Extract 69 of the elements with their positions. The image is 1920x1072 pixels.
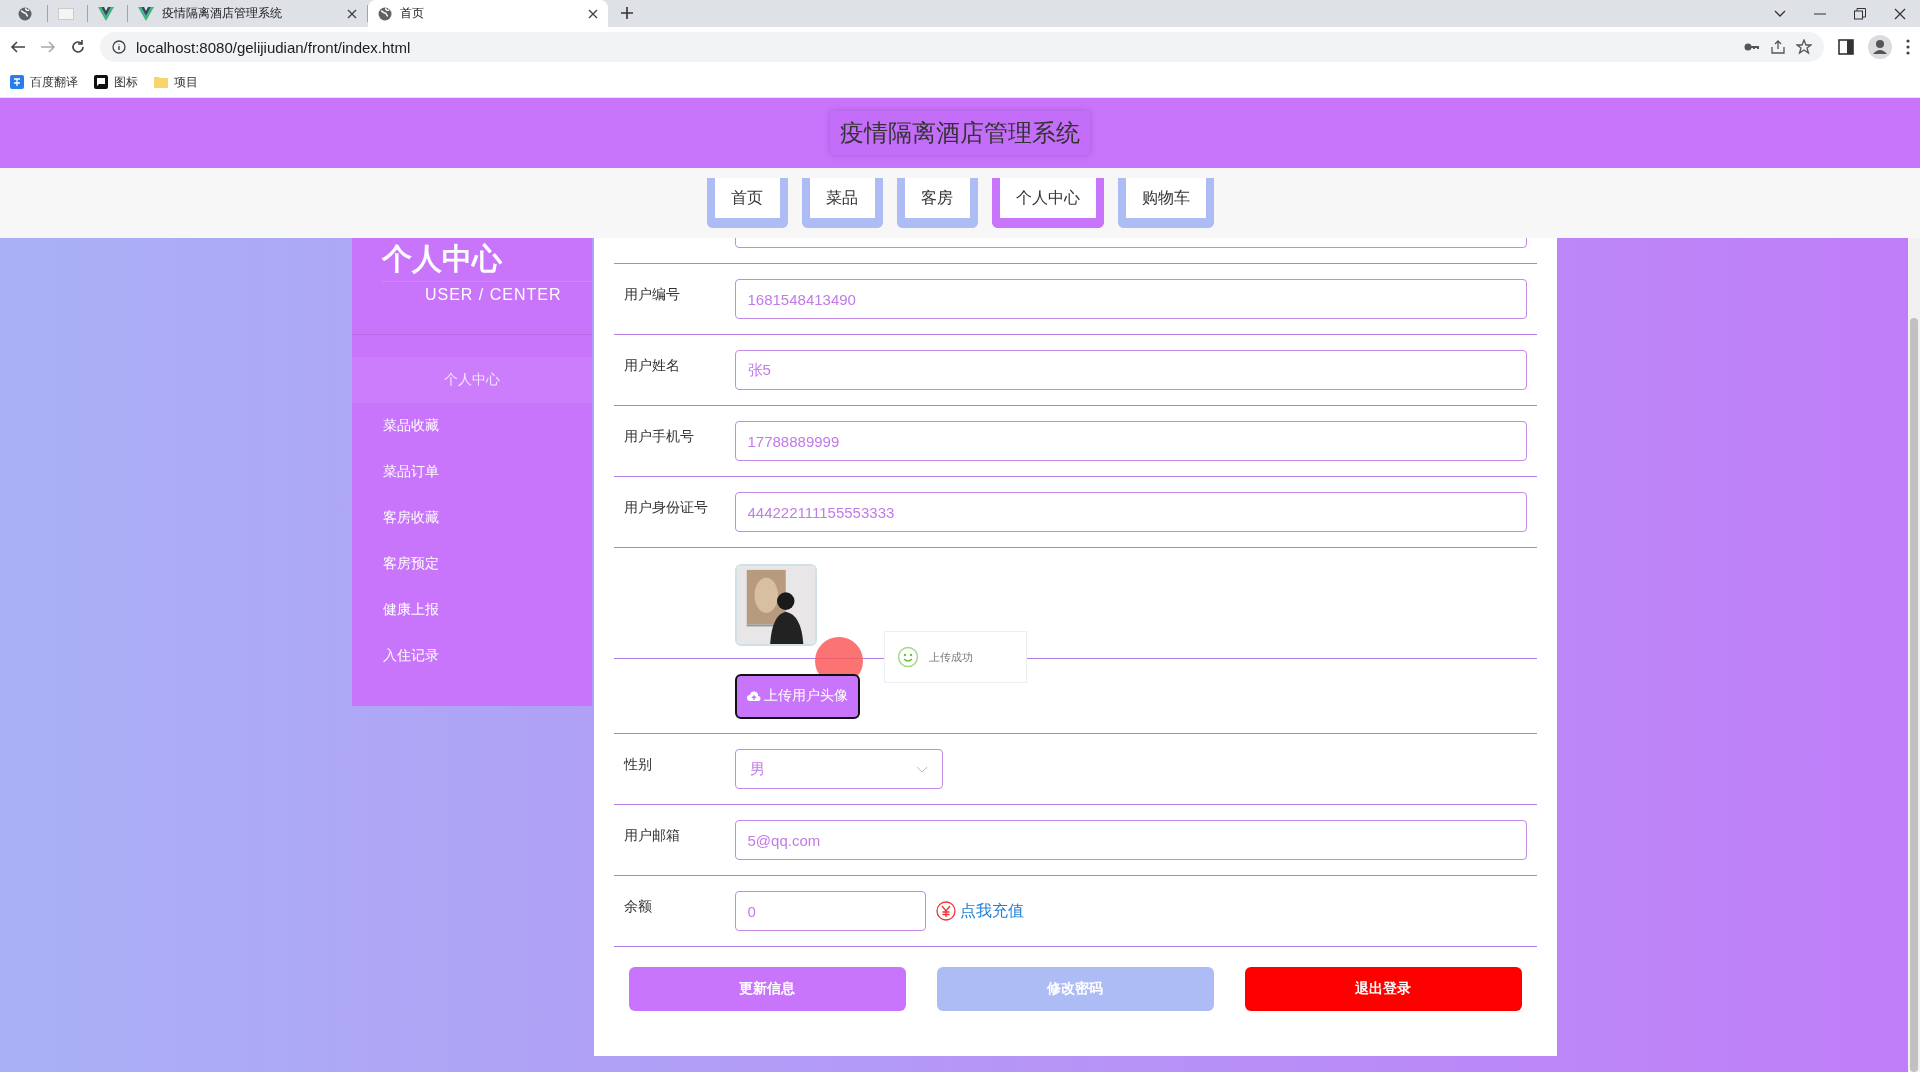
- chevron-down-icon: [915, 765, 928, 773]
- back-icon[interactable]: [10, 40, 26, 54]
- globe-icon: [18, 6, 32, 21]
- sidebar-item[interactable]: 客房预定: [351, 541, 592, 587]
- sidebar-item[interactable]: 健康上报: [351, 587, 592, 633]
- field-label: 性别: [623, 756, 653, 774]
- globe-icon: [378, 6, 392, 21]
- field-label: 用户编号: [623, 286, 681, 304]
- sidebar-item[interactable]: 个人中心: [351, 357, 592, 403]
- sidebar-item[interactable]: 客房收藏: [351, 495, 592, 541]
- share-icon[interactable]: [1770, 39, 1786, 55]
- close-icon[interactable]: [347, 8, 357, 19]
- action-button[interactable]: 修改密码: [936, 967, 1214, 1011]
- nav-tab[interactable]: 菜品: [801, 178, 883, 228]
- sidebar-title: 个人中心: [380, 241, 503, 277]
- v-logo-icon: [98, 6, 114, 21]
- bookmark[interactable]: 项目: [154, 73, 198, 91]
- text-field[interactable]: 张5: [734, 350, 1527, 390]
- chevron-down-icon[interactable]: [1774, 9, 1786, 18]
- close-icon[interactable]: [588, 8, 598, 19]
- upload-success-toast: 上传成功: [883, 631, 1027, 683]
- field-label: 用户邮箱: [623, 827, 681, 845]
- bookmark[interactable]: 图标: [94, 73, 138, 91]
- info-icon: [112, 40, 126, 54]
- text-field[interactable]: 444222111155553333: [734, 492, 1527, 532]
- field-label: 用户身份证号: [623, 499, 709, 517]
- yen-icon: [935, 901, 956, 921]
- browser-tab[interactable]: 疫情隔离酒店管理系统: [128, 5, 368, 22]
- bookmark[interactable]: 百度翻译: [10, 73, 78, 91]
- text-field[interactable]: 17788889999: [734, 421, 1527, 461]
- balance-field[interactable]: 0: [734, 891, 926, 931]
- page-icon: [58, 7, 74, 20]
- action-button[interactable]: 更新信息: [628, 967, 906, 1011]
- sidebar-item[interactable]: 菜品订单: [351, 449, 592, 495]
- nav-tab[interactable]: 购物车: [1117, 178, 1214, 228]
- nav-tab[interactable]: 首页: [706, 178, 788, 228]
- minimize-icon[interactable]: [1814, 12, 1826, 15]
- more-icon[interactable]: [1906, 39, 1910, 55]
- cloud-upload-icon: [746, 690, 761, 702]
- new-tab-icon[interactable]: [620, 6, 634, 20]
- smiley-icon: [896, 646, 919, 668]
- sidebar-item[interactable]: 入住记录: [351, 633, 592, 679]
- recharge-link[interactable]: 点我充值: [959, 900, 1024, 922]
- scrollbar[interactable]: [1908, 238, 1920, 1072]
- site-title: 疫情隔离酒店管理系统: [830, 111, 1090, 155]
- nav-tab[interactable]: 客房: [896, 178, 978, 228]
- text-field[interactable]: 5@qq.com: [734, 820, 1527, 860]
- text-field[interactable]: 1681548413490: [734, 279, 1527, 319]
- gender-select[interactable]: 男: [734, 749, 943, 789]
- star-icon[interactable]: [1796, 39, 1812, 55]
- nav-tab[interactable]: 个人中心: [991, 178, 1104, 228]
- restore-icon[interactable]: [1854, 7, 1866, 20]
- sidebar-subtitle: USER / CENTER: [351, 282, 592, 335]
- reload-icon[interactable]: [70, 39, 86, 55]
- translate-icon: [10, 75, 24, 89]
- folder-icon: [154, 76, 168, 88]
- field-label: 用户姓名: [623, 357, 681, 375]
- field-label: 余额: [623, 898, 653, 916]
- key-icon[interactable]: [1744, 42, 1760, 52]
- v-logo-icon: [138, 6, 154, 21]
- sidebar-item[interactable]: 菜品收藏: [351, 403, 592, 449]
- browser-tab[interactable]: 首页: [368, 0, 608, 27]
- address-bar[interactable]: localhost:8080/gelijiudian/front/index.html: [100, 32, 1824, 62]
- action-button[interactable]: 退出登录: [1244, 967, 1522, 1011]
- close-icon[interactable]: [1894, 7, 1906, 20]
- upload-avatar-button[interactable]: 上传用户头像: [734, 673, 860, 719]
- side-panel-icon[interactable]: [1838, 39, 1854, 55]
- field-label: 用户手机号: [623, 428, 695, 446]
- profile-icon[interactable]: [1868, 35, 1892, 59]
